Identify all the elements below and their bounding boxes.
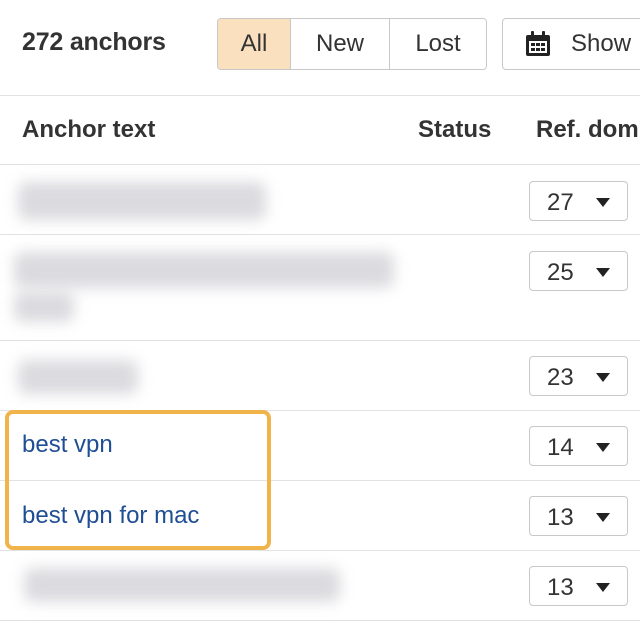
ref-domains-dropdown[interactable]: 14 [529,426,628,466]
filter-new-button[interactable]: New [291,19,390,69]
toolbar: 272 anchors All New Lost Show [0,0,640,95]
ref-domains-value: 14 [547,434,574,461]
calendar-icon [525,31,551,57]
caret-down-icon [596,373,610,382]
row-divider [0,550,640,551]
blurred-anchor-text [24,568,340,602]
anchor-text-link[interactable]: best vpn for mac [22,502,199,530]
blurred-anchor-text [18,360,138,394]
ref-domains-dropdown[interactable]: 13 [529,566,628,606]
ref-domains-dropdown[interactable]: 25 [529,251,628,291]
caret-down-icon [596,268,610,277]
blurred-anchor-text [18,182,266,220]
column-header-status[interactable]: Status [418,116,491,144]
filter-lost-button[interactable]: Lost [390,19,486,69]
ref-domains-dropdown[interactable]: 13 [529,496,628,536]
blurred-anchor-text [14,252,394,288]
column-header-anchor-text[interactable]: Anchor text [22,116,155,144]
ref-domains-value: 27 [547,189,574,216]
caret-down-icon [596,513,610,522]
filter-all-button[interactable]: All [218,19,291,69]
divider [0,164,640,165]
ref-domains-value: 25 [547,259,574,286]
filter-segmented-control: All New Lost [217,18,487,70]
anchor-count: 272 anchors [22,28,166,56]
row-divider [0,480,640,481]
divider [0,95,640,96]
column-header-ref-domains[interactable]: Ref. dom [536,116,639,144]
ref-domains-dropdown[interactable]: 27 [529,181,628,221]
ref-domains-value: 23 [547,364,574,391]
ref-domains-value: 13 [547,504,574,531]
caret-down-icon [596,443,610,452]
caret-down-icon [596,198,610,207]
ref-domains-dropdown[interactable]: 23 [529,356,628,396]
show-label: Show [571,30,632,57]
row-divider [0,410,640,411]
caret-down-icon [596,583,610,592]
blurred-anchor-text [14,292,74,322]
anchor-text-link[interactable]: best vpn [22,431,113,459]
ref-domains-value: 13 [547,574,574,601]
row-divider [0,620,640,621]
row-divider [0,340,640,341]
show-date-button[interactable]: Show [502,18,640,70]
row-divider [0,234,640,235]
